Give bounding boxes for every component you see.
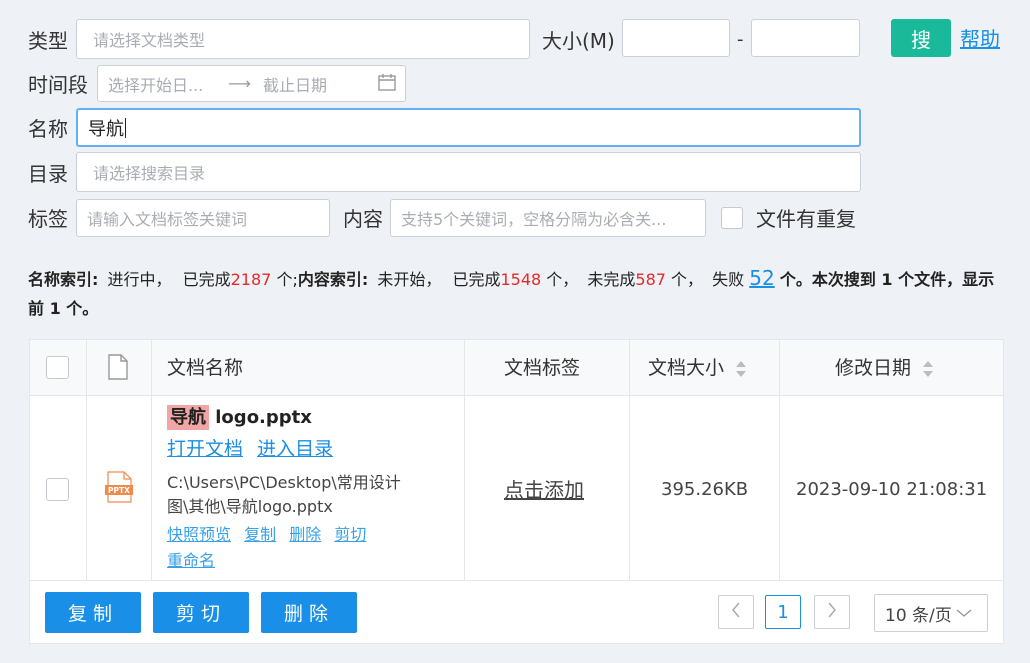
search-button[interactable]: 搜: [891, 19, 951, 57]
content-index-status: 未开始，: [377, 270, 442, 289]
col-divider: [151, 340, 152, 580]
col-divider: [629, 340, 630, 580]
modified-date: 2023-09-10 21:08:31: [796, 479, 988, 500]
failed-count-link[interactable]: 52: [749, 266, 774, 290]
name-index-label: 名称索引:: [28, 270, 99, 289]
content-placeholder: 支持5个关键词，空格分隔为必含关...: [401, 210, 667, 229]
undone-unit: 个，: [671, 270, 704, 289]
size-dash: -: [737, 29, 744, 50]
tag-label: 标签: [28, 207, 68, 231]
tag-placeholder: 请输入文档标签关键词: [87, 210, 248, 229]
sort-icon[interactable]: [923, 360, 934, 378]
name-input-value: 导航: [88, 118, 124, 140]
copy-link[interactable]: 复制: [244, 525, 276, 544]
page-size-select[interactable]: 10 条/页: [874, 594, 988, 632]
chevron-down-icon: [956, 603, 972, 623]
content-done-prefix: 已完成: [452, 270, 501, 289]
undone-count: 587: [635, 270, 666, 289]
results-table: 文档名称 文档标签 文档大小 修改日期 PPTX 导航 logo.pptx 打开…: [29, 339, 1004, 644]
row-checkbox[interactable]: [46, 478, 69, 501]
doc-actions: 打开文档 进入目录: [167, 440, 333, 459]
tag-input[interactable]: 请输入文档标签关键词: [76, 199, 330, 237]
file-actions: 快照预览 复制 删除 剪切 重命名: [167, 522, 366, 574]
time-label: 时间段: [28, 73, 88, 97]
delete-link[interactable]: 删除: [289, 525, 321, 544]
sort-icon[interactable]: [736, 360, 747, 378]
col-header-date[interactable]: 修改日期: [835, 357, 934, 379]
col-header-name: 文档名称: [167, 357, 244, 379]
content-input[interactable]: 支持5个关键词，空格分隔为必含关...: [390, 199, 706, 237]
failed-prefix: 失败: [712, 270, 745, 289]
cut-button[interactable]: 剪切: [153, 592, 249, 633]
help-link[interactable]: 帮助: [960, 29, 1000, 49]
name-done-prefix: 已完成: [182, 270, 231, 289]
file-path: C:\Users\PC\Desktop\常用设计 图\其他\导航logo.ppt…: [167, 471, 457, 519]
file-type-icon: [107, 354, 129, 384]
chevron-left-icon: [731, 602, 741, 623]
dir-label: 目录: [28, 162, 68, 186]
add-tag-link[interactable]: 点击添加: [504, 480, 584, 500]
file-path-line: C:\Users\PC\Desktop\常用设计: [167, 473, 401, 492]
enter-directory-link[interactable]: 进入目录: [257, 438, 333, 460]
type-label: 类型: [28, 29, 68, 53]
prev-page-button[interactable]: [718, 595, 754, 629]
delete-button[interactable]: 删除: [261, 592, 357, 633]
date-range-picker[interactable]: 选择开始日... ⟶ 截止日期: [97, 65, 406, 102]
file-path-line: 图\其他\导航logo.pptx: [167, 497, 333, 516]
file-name: 导航 logo.pptx: [167, 405, 312, 430]
size-max-input[interactable]: [751, 19, 860, 57]
name-unit: 个;: [276, 270, 298, 289]
pptx-icon-text: PPTX: [108, 486, 130, 495]
col-divider: [464, 340, 465, 580]
content-done-count: 1548: [500, 270, 542, 289]
name-index-status: 进行中，: [107, 270, 172, 289]
col-divider: [86, 340, 87, 580]
name-input[interactable]: 导航: [76, 108, 861, 147]
calendar-icon: [377, 72, 397, 96]
content-index-label: 内容索引:: [297, 270, 369, 289]
rename-link[interactable]: 重命名: [167, 551, 215, 570]
next-page-button[interactable]: [814, 595, 850, 629]
content-done-unit: 个，: [546, 270, 579, 289]
col-header-date-label: 修改日期: [835, 357, 912, 379]
page-size-value: 10 条/页: [885, 605, 952, 626]
duplicate-label[interactable]: 文件有重复: [756, 209, 856, 229]
undone-prefix: 未完成: [587, 270, 636, 289]
text-caret: [125, 117, 126, 138]
content-label: 内容: [343, 207, 383, 231]
row-divider: [30, 580, 1003, 581]
duplicate-checkbox[interactable]: [721, 207, 743, 229]
name-rest: logo.pptx: [209, 407, 312, 428]
type-select[interactable]: 请选择文档类型: [76, 19, 530, 59]
page-number-button[interactable]: 1: [765, 595, 801, 629]
start-date-placeholder[interactable]: 选择开始日...: [108, 72, 218, 96]
col-header-tag: 文档标签: [504, 357, 581, 379]
name-label: 名称: [28, 117, 68, 141]
select-all-checkbox[interactable]: [46, 356, 69, 379]
pptx-file-icon: PPTX: [105, 471, 133, 507]
dir-placeholder: 请选择搜索目录: [93, 164, 206, 183]
arrow-right-icon: ⟶: [228, 74, 251, 93]
snapshot-preview-link[interactable]: 快照预览: [167, 525, 231, 544]
copy-button[interactable]: 复制: [45, 592, 141, 633]
name-highlight: 导航: [167, 405, 209, 430]
file-size: 395.26KB: [661, 479, 749, 500]
type-placeholder: 请选择文档类型: [93, 31, 206, 50]
size-min-input[interactable]: [622, 19, 730, 57]
cut-link[interactable]: 剪切: [334, 525, 366, 544]
col-header-size-label: 文档大小: [648, 357, 725, 379]
chevron-right-icon: [827, 602, 837, 623]
end-date-placeholder[interactable]: 截止日期: [263, 72, 363, 96]
name-done-count: 2187: [230, 270, 272, 289]
col-header-size[interactable]: 文档大小: [648, 357, 747, 379]
size-label: 大小(M): [542, 29, 615, 53]
directory-select[interactable]: 请选择搜索目录: [76, 152, 861, 192]
open-document-link[interactable]: 打开文档: [167, 438, 243, 460]
col-divider: [779, 340, 780, 580]
index-stats: 名称索引: 进行中， 已完成2187 个;内容索引: 未开始， 已完成1548 …: [28, 264, 1008, 323]
